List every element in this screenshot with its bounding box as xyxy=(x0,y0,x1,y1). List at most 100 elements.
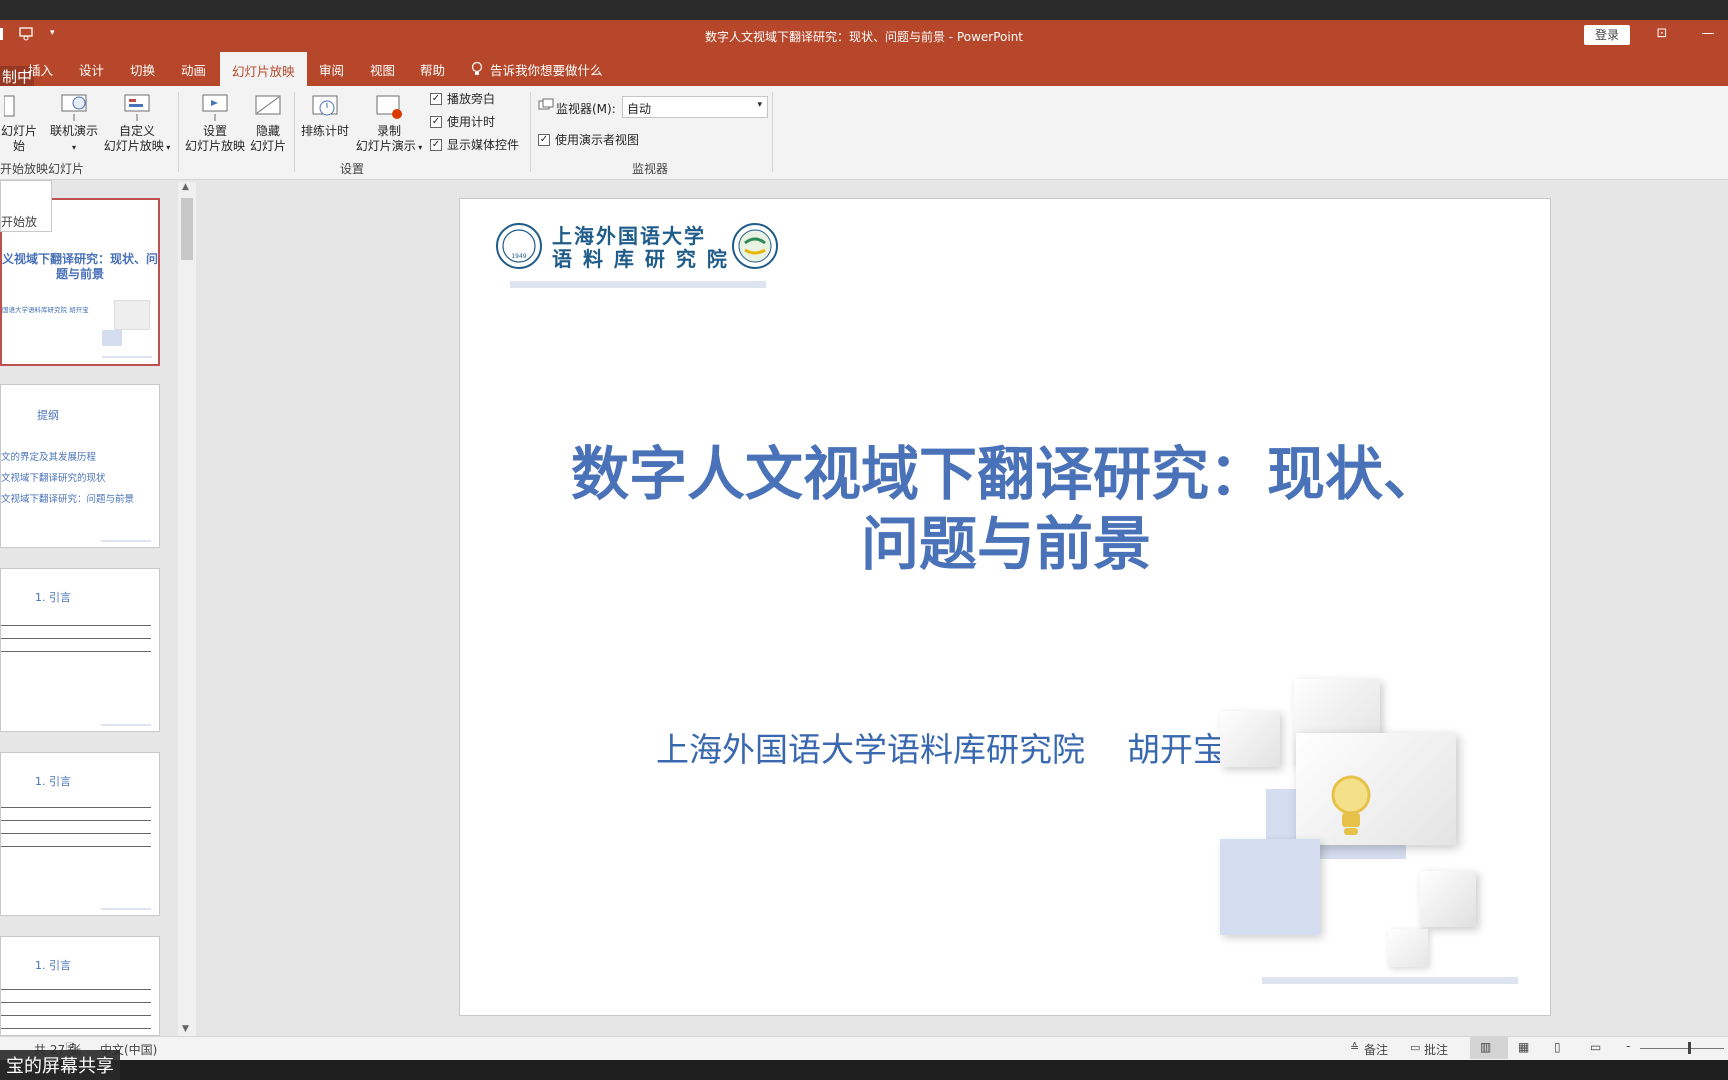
record-icon xyxy=(376,95,402,119)
tab-animations[interactable]: 动画 xyxy=(181,60,206,79)
thumbnail-decoration xyxy=(114,300,150,330)
group-divider xyxy=(530,92,531,172)
chevron-down-icon: ▾ xyxy=(163,143,171,152)
hide-slide-button[interactable]: 隐藏 幻灯片 xyxy=(246,92,290,154)
show-media-controls-label: 显示媒体控件 xyxy=(447,138,520,152)
slide-sorter-icon[interactable]: ▦ xyxy=(1518,1040,1529,1054)
rehearse-timings-button[interactable]: 排练计时 xyxy=(296,92,354,139)
thumbnail-footer-bar xyxy=(101,724,151,726)
thumbnail-title: 提纲 xyxy=(37,409,59,422)
slide-title[interactable]: 数字人文视域下翻译研究：现状、 问题与前景 xyxy=(460,439,1552,579)
chevron-down-icon: ▾ xyxy=(71,143,76,152)
scrollbar-thumb[interactable] xyxy=(181,198,193,260)
setup-checkboxes: ✓ 播放旁白 ✓ 使用计时 ✓ 显示媒体控件 xyxy=(430,90,519,153)
zoom-slider-thumb[interactable] xyxy=(1688,1042,1691,1054)
ribbon-display-icon[interactable]: ⊡ xyxy=(1648,26,1676,46)
logo-line-1: 上海外国语大学 xyxy=(552,224,706,248)
custom-slideshow-icon xyxy=(124,94,150,121)
use-timings-checkbox[interactable]: ✓ 使用计时 xyxy=(430,113,519,130)
thumbnail-footer-bar xyxy=(102,356,152,358)
slide-thumbnail-panel: 义视域下翻译研究：现状、问题与前景 国语大学语料库研究院 胡开宝 提纲 文的界定… xyxy=(0,180,200,1036)
tell-me-search[interactable]: 告诉我你想要做什么 xyxy=(490,60,603,79)
checkbox-checked-icon: ✓ xyxy=(430,115,442,128)
university-seal-icon: 1949 xyxy=(496,223,542,269)
stopwatch-icon xyxy=(312,95,338,116)
decoration-square xyxy=(1388,929,1428,967)
slide-thumbnail[interactable]: 提纲 文的界定及其发展历程 文视域下翻译研究的现状 文视域下翻译研究：问题与前景 xyxy=(0,384,160,548)
scroll-down-icon[interactable]: ▼ xyxy=(182,1024,189,1034)
record-slideshow-button[interactable]: 录制 幻灯片演示 ▾ xyxy=(352,92,426,155)
decoration-square xyxy=(1220,839,1320,935)
thumbnail-outline: 文的界定及其发展历程 文视域下翻译研究的现状 文视域下翻译研究：问题与前景 xyxy=(1,447,134,510)
group-start-slideshow-label: 开始放映幻灯片 xyxy=(0,162,85,176)
zoom-slider[interactable] xyxy=(1640,1048,1724,1049)
comments-button[interactable]: 批注 xyxy=(1424,1041,1448,1058)
notes-button[interactable]: 备注 xyxy=(1364,1041,1388,1058)
use-timings-label: 使用计时 xyxy=(447,115,496,129)
tab-insert[interactable]: 插入 xyxy=(28,60,53,79)
tooltip: 开始放 xyxy=(0,180,52,232)
monitor-select[interactable]: 自动 ▾ xyxy=(622,96,768,118)
online-present-button[interactable]: 联机演示 ▾ xyxy=(46,92,102,155)
record-label-2: 幻灯片演示 xyxy=(355,139,416,153)
signin-button[interactable]: 登录 xyxy=(1584,25,1630,45)
from-start-button[interactable]: 幻灯片 始 xyxy=(0,92,38,154)
tab-review[interactable]: 审阅 xyxy=(319,60,344,79)
show-media-controls-checkbox[interactable]: ✓ 显示媒体控件 xyxy=(430,136,519,153)
logo-underline-bar xyxy=(510,281,766,288)
footer-bar xyxy=(1262,977,1518,984)
group-divider xyxy=(294,92,295,172)
globe-presentation-icon xyxy=(61,94,87,121)
play-narration-checkbox[interactable]: ✓ 播放旁白 xyxy=(430,90,519,107)
slide-thumbnail[interactable]: 1. 引言 xyxy=(0,568,160,732)
thumbnail-scrollbar[interactable]: ▲ ▼ xyxy=(178,182,196,1038)
title-bar: ▾ 数字人文视域下翻译研究：现状、问题与前景 - PowerPoint 登录 ⊡… xyxy=(0,20,1728,52)
slide-thumbnail[interactable]: 1. 引言 xyxy=(0,936,160,1036)
setup-slideshow-label-1: 设置 xyxy=(202,124,227,138)
tab-view[interactable]: 视图 xyxy=(370,60,395,79)
os-bottom-bar xyxy=(0,1060,1728,1080)
checkbox-checked-icon: ✓ xyxy=(430,138,442,151)
rehearse-timings-label: 排练计时 xyxy=(300,124,349,138)
checkbox-checked-icon: ✓ xyxy=(430,92,442,105)
slideshow-view-icon[interactable]: ▭ xyxy=(1590,1040,1601,1054)
monitor-select-value: 自动 xyxy=(627,102,652,116)
status-bar: 共 27 张 🗎 中文(中国) ≙ 备注 ▭ 批注 ▥ ▦ ▯ ▭ - xyxy=(0,1036,1728,1060)
custom-slideshow-label-1: 自定义 xyxy=(118,124,155,138)
group-setup-label: 设置 xyxy=(340,162,365,176)
scroll-up-icon[interactable]: ▲ xyxy=(182,182,189,192)
presenter-view-checkbox[interactable]: ✓ 使用演示者视图 xyxy=(538,131,639,148)
zoom-out-icon[interactable]: - xyxy=(1626,1039,1630,1053)
notes-icon: ≙ xyxy=(1350,1041,1360,1054)
minimize-icon[interactable]: — xyxy=(1694,26,1722,46)
thumbnail-subtitle: 国语大学语料库研究院 胡开宝 xyxy=(2,306,89,314)
institute-logo-text: 上海外国语大学 语 料 库 研 究 院 xyxy=(552,225,729,271)
tab-transitions[interactable]: 切换 xyxy=(130,60,155,79)
custom-slideshow-label-2: 幻灯片放映 xyxy=(103,139,164,153)
group-monitors-label: 监视器 xyxy=(632,162,669,176)
outline-item: 文的界定及其发展历程 xyxy=(1,452,97,463)
monitor-label: 监视器(M): xyxy=(556,102,616,116)
reading-view-icon[interactable]: ▯ xyxy=(1554,1040,1561,1054)
slide-subtitle[interactable]: 上海外国语大学语料库研究院 胡开宝 xyxy=(656,723,1226,771)
slideshow-start-icon xyxy=(4,95,15,117)
slide-title-line-2: 问题与前景 xyxy=(860,510,1151,578)
comments-icon: ▭ xyxy=(1410,1041,1421,1054)
thumbnail-title: 义视域下翻译研究：现状、问题与前景 xyxy=(2,252,159,281)
group-divider xyxy=(772,92,773,172)
decoration-square xyxy=(1420,871,1476,927)
slide-thumbnail[interactable]: 1. 引言 xyxy=(0,752,160,916)
lightbulb-icon xyxy=(1331,775,1371,835)
play-narration-label: 播放旁白 xyxy=(447,92,496,106)
ribbon: 幻灯片 始 联机演示 ▾ 自定义 幻灯片放映 ▾ 开始放映幻灯片 设置 幻灯片放映… xyxy=(0,86,1728,180)
current-slide[interactable]: 1949 上海外国语大学 语 料 库 研 究 院 数字人文视域下翻译研究：现状、… xyxy=(459,198,1551,1016)
outline-item: 文视域下翻译研究的现状 xyxy=(1,473,106,484)
tab-help[interactable]: 帮助 xyxy=(420,60,445,79)
thumbnail-text-block xyxy=(1,617,151,661)
screen-share-label: 宝的屏幕共享 xyxy=(0,1050,120,1080)
tab-slideshow[interactable]: 幻灯片放映 xyxy=(220,52,307,86)
setup-slideshow-label-2: 幻灯片放映 xyxy=(184,139,245,153)
custom-slideshow-button[interactable]: 自定义 幻灯片放映 ▾ xyxy=(100,92,174,155)
tab-design[interactable]: 设计 xyxy=(79,60,104,79)
setup-slideshow-button[interactable]: 设置 幻灯片放映 xyxy=(184,92,246,154)
